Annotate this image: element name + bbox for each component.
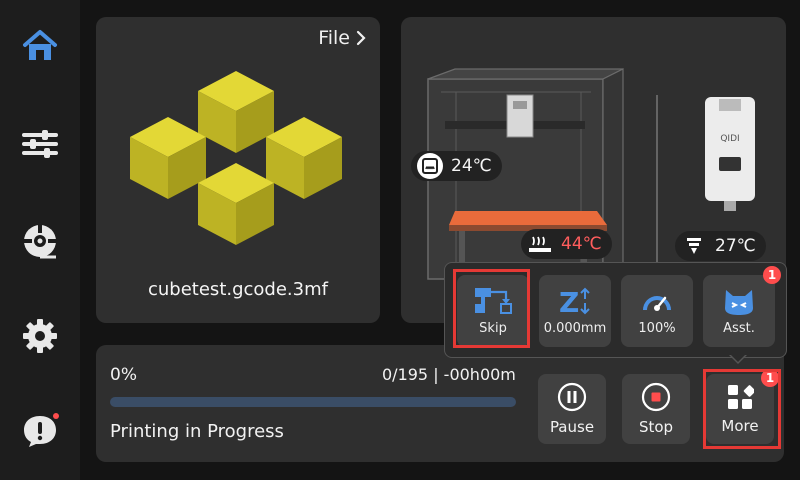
nozzle-brand: QIDI: [720, 134, 739, 144]
nozzle-temp: 27℃: [675, 231, 766, 261]
skip-label: Skip: [479, 321, 507, 336]
pause-label: Pause: [549, 418, 595, 436]
layer-time-info: 0/195 | -00h00m: [382, 365, 516, 384]
skip-object-icon: [475, 288, 512, 314]
file-link-label: File: [318, 27, 350, 49]
stop-button[interactable]: Stop: [622, 374, 690, 444]
speed-button[interactable]: 100%: [621, 275, 693, 347]
file-link[interactable]: File: [318, 27, 366, 49]
svg-text:Z: Z: [559, 286, 579, 316]
nozzle-temp-value: 27℃: [715, 236, 756, 256]
nav-home[interactable]: [16, 22, 64, 70]
gear-icon: [23, 319, 57, 353]
nav-support[interactable]: [16, 406, 64, 454]
pause-button[interactable]: Pause: [538, 374, 606, 444]
progress-bar: [110, 397, 516, 407]
speed-label: 100%: [638, 321, 676, 336]
chamber-temp: 24℃: [411, 151, 502, 181]
more-label: More: [721, 417, 759, 435]
print-status: Printing in Progress: [110, 421, 284, 442]
assistant-cat-icon: [725, 290, 753, 315]
bed-temp-value: 44℃: [561, 234, 602, 254]
z-offset-button[interactable]: Z 0.000mm: [539, 275, 611, 347]
chamber-icon: [422, 158, 438, 174]
chevron-right-icon: [356, 30, 366, 46]
speedometer-icon: [643, 296, 671, 311]
sidebar: [0, 0, 80, 480]
z-offset-icon: Z: [559, 286, 590, 316]
nozzle-icon: [687, 238, 701, 254]
stop-icon: [641, 382, 671, 412]
file-panel: File cubetest.gcode.3mf: [96, 17, 380, 323]
assistant-button[interactable]: Asst.: [703, 275, 775, 347]
home-icon: [23, 30, 57, 60]
model-thumbnail: [130, 71, 342, 245]
more-notification-badge: 1: [761, 369, 779, 387]
nav-settings[interactable]: [16, 312, 64, 360]
z-offset-label: 0.000mm: [543, 321, 607, 336]
assistant-label: Asst.: [723, 321, 755, 336]
chamber-temp-value: 24℃: [451, 156, 492, 176]
progress-panel: 0% 0/195 | -00h00m Printing in Progress …: [96, 345, 784, 462]
stop-label: Stop: [638, 418, 674, 436]
nav-tune[interactable]: [16, 120, 64, 168]
heated-bed-icon: [529, 236, 551, 252]
file-name: cubetest.gcode.3mf: [148, 279, 328, 300]
grid-shapes-icon: [728, 385, 754, 409]
more-popup-menu: Skip Z 0.000mm 100% Asst.: [444, 262, 787, 358]
sliders-icon: [22, 130, 58, 158]
progress-percent: 0%: [110, 365, 137, 385]
filament-spool-icon: [24, 225, 56, 259]
assistant-notification-badge: 1: [763, 266, 781, 284]
bed-temp: 44℃: [521, 229, 612, 259]
nav-filament[interactable]: [16, 217, 64, 265]
pause-icon: [557, 382, 587, 412]
alert-chat-icon: [24, 413, 59, 447]
skip-button[interactable]: Skip: [457, 275, 529, 347]
